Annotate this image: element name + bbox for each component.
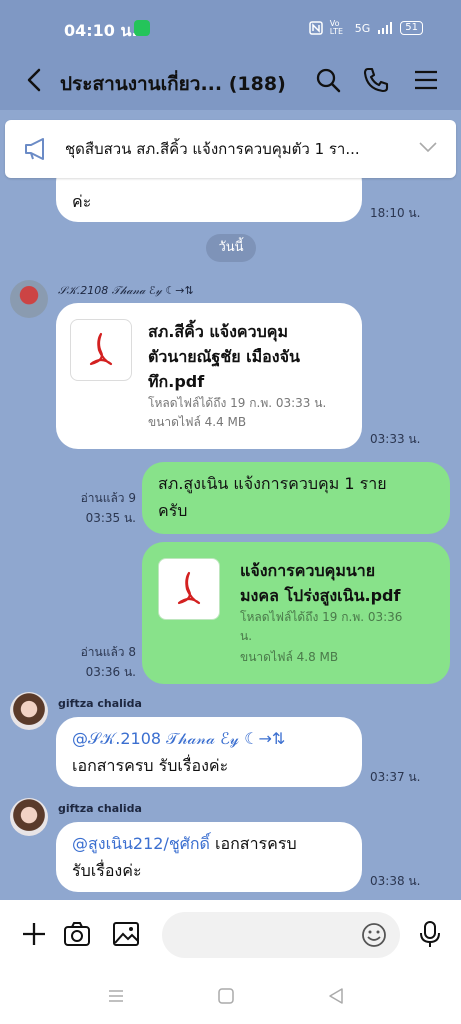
file-size: ขนาดไฟล์ 4.8 MB xyxy=(240,650,339,664)
camera-icon[interactable] xyxy=(63,920,91,948)
file-message-bubble[interactable]: สภ.สีคิ้ว แจ้งควบคุม ตัวนายณัฐชัย เมืองจ… xyxy=(56,303,362,449)
message-time: 18:10 น. xyxy=(370,206,421,220)
message-time: 03:33 น. xyxy=(370,432,421,446)
message-time: 03:36 น. xyxy=(85,665,136,679)
chevron-down-icon[interactable] xyxy=(418,140,438,154)
nav-menu-icon[interactable] xyxy=(106,986,126,1006)
file-name-line-3: ทึก.pdf xyxy=(148,372,205,391)
emoji-icon[interactable] xyxy=(360,921,388,949)
message-text-after-mention: เอกสารครบ xyxy=(209,834,297,853)
file-name-line-2: ตัวนายณัฐชัย เมืองจัน xyxy=(148,347,300,366)
chat-area[interactable]: @... ค่ะ 18:10 น. วันนี้ 𝒮𝒦.2108 𝒯𝒽𝒶𝓃𝒶 ℰ… xyxy=(0,110,461,900)
message-input[interactable] xyxy=(162,912,400,958)
message-text-line-1: @สูงเนิน212/ชูศักดิ์ เอกสารครบ xyxy=(72,830,297,857)
announcement-text: ชุดสืบสวน สภ.สีคิ้ว แจ้งการควบคุมตัว 1 ร… xyxy=(65,140,360,158)
phone-icon[interactable] xyxy=(362,66,390,94)
pdf-thumbnail xyxy=(158,558,220,620)
image-icon[interactable] xyxy=(112,920,140,948)
announcement-banner[interactable]: ชุดสืบสวน สภ.สีคิ้ว แจ้งการควบคุมตัว 1 ร… xyxy=(5,120,456,178)
notification-icon xyxy=(134,20,150,36)
pdf-icon xyxy=(89,332,113,366)
read-count: อ่านแล้ว 9 xyxy=(80,491,136,505)
search-icon[interactable] xyxy=(314,66,342,94)
avatar[interactable] xyxy=(10,798,48,836)
pdf-thumbnail xyxy=(70,319,132,381)
message-mention[interactable]: @𝒮𝒦.2108 𝒯𝒽𝒶𝓃𝒶 ℰ𝓎 ☾→⇅ xyxy=(72,725,285,752)
nav-home-icon[interactable] xyxy=(216,986,236,1006)
system-nav-bar xyxy=(0,970,461,1024)
nav-back-icon[interactable] xyxy=(326,986,346,1006)
date-separator: วันนี้ xyxy=(206,234,256,262)
message-text: ค่ะ xyxy=(72,192,92,211)
mic-icon[interactable] xyxy=(416,920,444,948)
message-mention[interactable]: @สูงเนิน212/ชูศักดิ์ xyxy=(72,834,210,853)
file-name-line-2: มงคล โปร่งสูงเนิน.pdf xyxy=(240,586,401,605)
file-expiry-line-1: โหลดไฟล์ได้ถึง 19 ก.พ. 03:36 xyxy=(240,610,403,624)
sender-name: giftza chalida xyxy=(58,802,142,815)
message-time: 03:37 น. xyxy=(370,770,421,784)
status-indicators: Vo LTE 5G 51 xyxy=(308,19,423,36)
message-text: รับเรื่องค่ะ xyxy=(72,861,142,880)
message-text: เอกสารครบ รับเรื่องค่ะ xyxy=(72,756,229,775)
my-file-message-bubble[interactable]: แจ้งการควบคุมนาย มงคล โปร่งสูงเนิน.pdf โ… xyxy=(142,542,450,684)
back-arrow-icon[interactable] xyxy=(22,66,48,94)
read-count: อ่านแล้ว 8 xyxy=(80,645,136,659)
message-time: 03:38 น. xyxy=(370,874,421,888)
status-bar: 04:10 น. Vo LTE 5G 51 xyxy=(0,0,461,52)
status-time: 04:10 น. xyxy=(64,21,138,40)
sender-name: 𝒮𝒦.2108 𝒯𝒽𝒶𝓃𝒶 ℰ𝓎 ☾→⇅ xyxy=(58,284,194,297)
file-size: ขนาดไฟล์ 4.4 MB xyxy=(148,415,247,429)
input-bar xyxy=(0,900,461,970)
battery-level: 51 xyxy=(400,21,423,35)
megaphone-icon xyxy=(25,138,44,160)
pdf-icon xyxy=(177,571,201,605)
file-name-line-1: สภ.สีคิ้ว แจ้งควบคุม xyxy=(148,322,289,341)
chat-title[interactable]: ประสานงานเกี่ยว... (188) xyxy=(60,69,286,99)
signal-icon xyxy=(378,22,393,34)
lte-label: Vo LTE xyxy=(329,19,344,36)
my-message-bubble[interactable]: สภ.สูงเนิน แจ้งการควบคุม 1 ราย ครับ xyxy=(142,462,450,534)
message-time: 03:35 น. xyxy=(85,511,136,525)
avatar[interactable] xyxy=(10,280,48,318)
message-text-line-2: ครับ xyxy=(158,501,188,520)
message-bubble[interactable]: @𝒮𝒦.2108 𝒯𝒽𝒶𝓃𝒶 ℰ𝓎 ☾→⇅ เอกสารครบ รับเรื่อ… xyxy=(56,717,362,787)
chat-header: ประสานงานเกี่ยว... (188) xyxy=(0,52,461,110)
sender-name: giftza chalida xyxy=(58,697,142,710)
file-expiry-line-2: น. xyxy=(240,629,253,643)
signal-label: 5G xyxy=(354,21,371,35)
menu-icon[interactable] xyxy=(412,66,440,94)
file-expiry: โหลดไฟล์ได้ถึง 19 ก.พ. 03:33 น. xyxy=(148,396,327,410)
nfc-icon xyxy=(308,21,323,35)
file-name-line-1: แจ้งการควบคุมนาย xyxy=(240,561,376,580)
plus-icon[interactable] xyxy=(20,920,48,948)
message-text-line-1: สภ.สูงเนิน แจ้งการควบคุม 1 ราย xyxy=(158,474,387,493)
avatar[interactable] xyxy=(10,692,48,730)
message-bubble[interactable]: @สูงเนิน212/ชูศักดิ์ เอกสารครบ รับเรื่อง… xyxy=(56,822,362,892)
